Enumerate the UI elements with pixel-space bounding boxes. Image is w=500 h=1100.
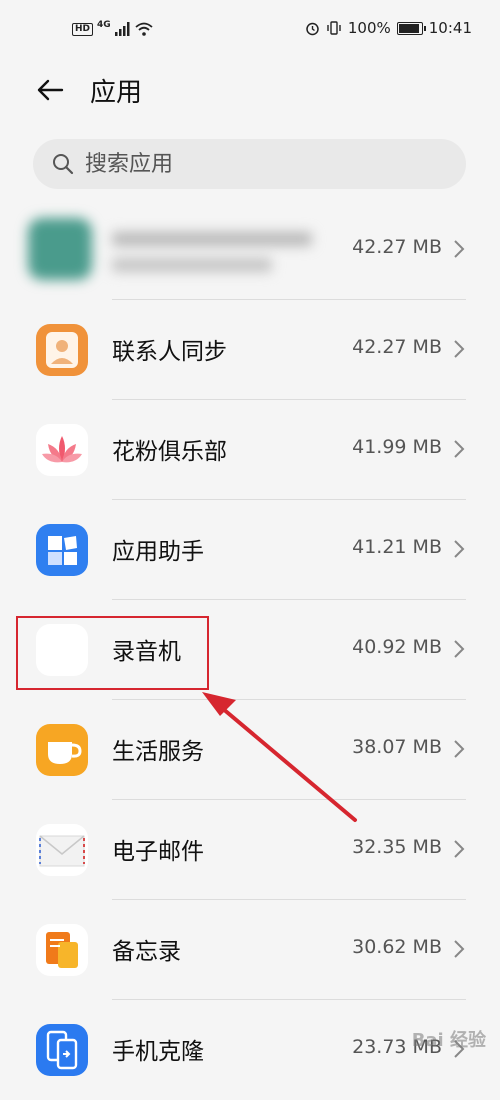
phone-clone-icon	[36, 1024, 88, 1076]
list-item[interactable]: 生活服务 38.07 MB	[0, 700, 500, 800]
app-name: 手机克隆	[112, 1039, 204, 1065]
app-name: 联系人同步	[112, 339, 227, 365]
contacts-sync-icon	[36, 324, 88, 376]
hd-badge: HD	[72, 22, 94, 36]
chevron-right-icon	[454, 940, 465, 958]
page-title: 应用	[90, 78, 143, 108]
list-item[interactable]: 花粉俱乐部 41.99 MB	[0, 400, 500, 500]
chevron-right-icon	[454, 540, 465, 558]
app-size: 41.21 MB	[352, 536, 442, 558]
back-button[interactable]	[30, 70, 70, 110]
list-item[interactable]: 42.27 MB	[0, 200, 500, 300]
app-size: 42.27 MB	[352, 336, 442, 358]
status-right: 100% 10:41	[305, 19, 472, 37]
search-bar[interactable]	[33, 139, 466, 189]
list-item[interactable]: 应用助手 41.21 MB	[0, 500, 500, 600]
app-name: 电子邮件	[112, 839, 204, 865]
list-item[interactable]: 联系人同步 42.27 MB	[0, 300, 500, 400]
chevron-right-icon	[454, 740, 465, 758]
battery-icon	[396, 21, 426, 35]
chevron-right-icon	[454, 640, 465, 658]
search-icon	[51, 152, 75, 176]
app-name: 生活服务	[112, 739, 204, 765]
status-bar: HD 4G 100% 10:41	[0, 0, 500, 58]
chevron-right-icon	[454, 440, 465, 458]
app-size: 40.92 MB	[352, 636, 442, 658]
app-name: 应用助手	[112, 539, 204, 565]
app-name: 花粉俱乐部	[112, 439, 227, 465]
app-size: 30.62 MB	[352, 936, 442, 958]
status-left: HD 4G	[72, 20, 153, 38]
signal-icon	[114, 22, 130, 36]
app-name: 备忘录	[112, 939, 181, 965]
wifi-icon	[135, 22, 153, 36]
app-size: 41.99 MB	[352, 436, 442, 458]
chevron-right-icon	[454, 840, 465, 858]
app-header: 应用	[0, 58, 500, 122]
chevron-right-icon	[454, 240, 465, 258]
clock: 10:41	[428, 19, 472, 37]
list-item[interactable]: 电子邮件 32.35 MB	[0, 800, 500, 900]
envelope-icon	[36, 824, 88, 876]
lotus-icon	[36, 424, 88, 476]
puzzle-icon	[36, 524, 88, 576]
app-size: 42.27 MB	[352, 236, 442, 258]
app-size: 32.35 MB	[352, 836, 442, 858]
memo-icon	[36, 924, 88, 976]
chevron-right-icon	[454, 340, 465, 358]
arrow-left-icon	[37, 79, 64, 101]
battery-percent: 100%	[347, 19, 391, 37]
watermark-logo: Bai 经验	[411, 1030, 486, 1051]
cup-icon	[36, 724, 88, 776]
alarm-icon	[306, 22, 319, 35]
network-label: 4G	[97, 20, 111, 30]
list-item[interactable]: 备忘录 30.62 MB	[0, 900, 500, 1000]
app-size: 38.07 MB	[352, 736, 442, 758]
search-input[interactable]	[83, 150, 447, 178]
highlight-box	[16, 616, 209, 690]
vibrate-icon	[327, 21, 341, 35]
